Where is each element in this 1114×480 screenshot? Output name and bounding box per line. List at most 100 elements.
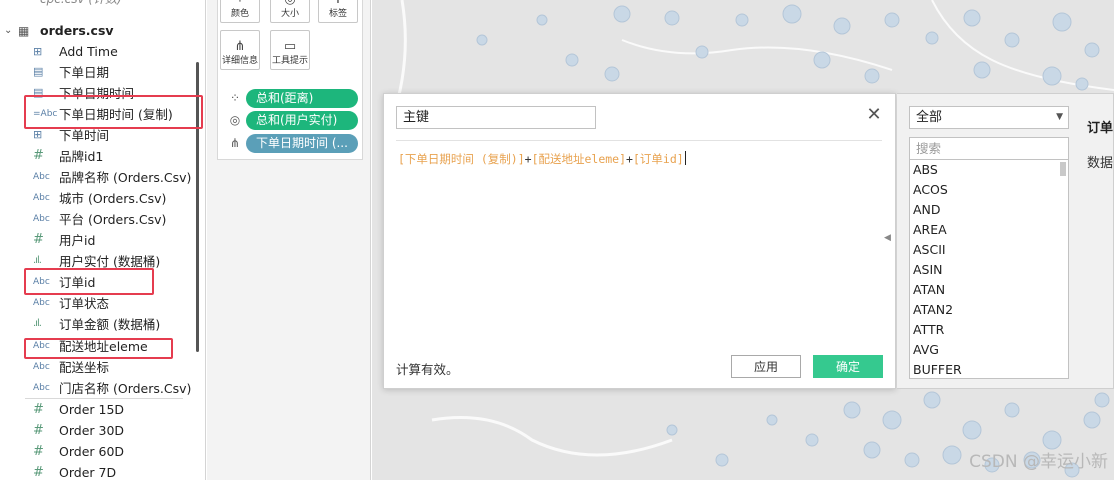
field-item[interactable]: ⊞ Add Time — [33, 41, 118, 62]
field-label: Order 7D — [59, 465, 117, 480]
marks-pill[interactable]: 总和(用户实付) — [246, 110, 358, 130]
field-item[interactable]: Abc 城市 (Orders.Csv) — [33, 187, 166, 208]
collapse-panel-icon[interactable]: ◀ — [884, 233, 891, 243]
function-help-text: 数据 — [1087, 156, 1114, 171]
field-item[interactable]: # Order 7D — [33, 462, 116, 480]
function-item[interactable]: AREA — [910, 220, 1068, 240]
marks-pill-row: ◎ 总和(用户实付) — [226, 110, 358, 130]
map-point — [863, 441, 881, 459]
function-item[interactable]: ATAN2 — [910, 300, 1068, 320]
map-point — [864, 68, 880, 84]
dialog-divider — [396, 140, 882, 141]
function-item[interactable]: BUFFER — [910, 360, 1068, 378]
map-point — [735, 13, 749, 27]
calc-status-text: 计算有效。 — [396, 362, 459, 377]
color-dots-icon: ⁘ — [235, 0, 246, 7]
field-label: Order 15D — [59, 402, 125, 417]
data-source-orders[interactable]: ⌄ ▦ orders.csv — [4, 20, 114, 41]
marks-pill[interactable]: 总和(距离) — [246, 88, 358, 108]
color-button[interactable]: ⁘ 颜色 — [220, 0, 260, 23]
field-item[interactable]: # Order 60D — [33, 441, 124, 462]
number-icon: # — [33, 423, 44, 438]
function-category-select[interactable]: 全部 ▼ — [909, 106, 1069, 129]
function-item[interactable]: ATTR — [910, 320, 1068, 340]
highlight-box — [24, 338, 173, 359]
map-point — [536, 14, 548, 26]
map-point — [962, 420, 982, 440]
field-label: 配送坐标 — [59, 360, 110, 375]
map-point — [882, 410, 902, 430]
field-label: 下单日期 — [59, 65, 110, 80]
ok-button[interactable]: 确定 — [813, 355, 883, 378]
field-item[interactable]: Abc 配送坐标 — [33, 356, 109, 377]
formula-field-token: [配送地址eleme] — [531, 152, 627, 166]
detail-button[interactable]: ⋔ 详细信息 — [220, 30, 260, 70]
map-point — [904, 452, 920, 468]
number-icon: # — [33, 444, 44, 459]
size-icon: ◎ — [229, 113, 241, 127]
field-label: 城市 (Orders.Csv) — [59, 191, 167, 206]
map-point — [843, 401, 861, 419]
map-point — [666, 424, 678, 436]
marks-button-label: 颜色 — [230, 9, 249, 19]
function-item[interactable]: ABS — [910, 160, 1068, 180]
function-item[interactable]: AND — [910, 200, 1068, 220]
string-abc-icon: Abc — [33, 192, 50, 203]
string-abc-icon: Abc — [33, 171, 50, 182]
field-item[interactable]: # 用户id — [33, 229, 95, 250]
tooltip-button[interactable]: ▭ 工具提示 — [270, 30, 310, 70]
map-point — [884, 12, 900, 28]
marks-pill-row: ⁘ 总和(距离) — [226, 88, 358, 108]
field-item[interactable]: # 品牌id1 — [33, 145, 103, 166]
previous-data-source[interactable]: cpc.csv (计数) — [40, 0, 122, 9]
map-point — [1084, 42, 1100, 58]
field-item[interactable]: # Order 15D — [33, 399, 124, 420]
function-list[interactable]: ABS ACOS AND AREA ASCII ASIN ATAN ATAN2 ATTR AVG B… — [909, 160, 1069, 379]
field-label: 订单金额 (数据桶) — [59, 317, 161, 332]
map-point — [604, 66, 620, 82]
field-label: 平台 (Orders.Csv) — [59, 212, 167, 227]
map-point — [1004, 402, 1020, 418]
close-icon[interactable]: ✕ — [865, 106, 883, 126]
chevron-down-icon[interactable]: ⌄ — [4, 25, 18, 36]
map-point — [942, 445, 962, 465]
map-point — [805, 433, 819, 447]
map-point — [664, 10, 680, 26]
size-button[interactable]: ◎ 大小 — [270, 0, 310, 23]
map-point — [766, 414, 778, 426]
marks-pill[interactable]: 下单日期时间 (... — [246, 133, 358, 153]
field-item[interactable]: .ıl. 订单金额 (数据桶) — [33, 313, 160, 334]
field-item[interactable]: Abc 订单状态 — [33, 292, 109, 313]
field-item[interactable]: # Order 30D — [33, 420, 124, 441]
function-item[interactable]: AVG — [910, 340, 1068, 360]
apply-button[interactable]: 应用 — [731, 355, 801, 378]
map-point — [782, 4, 802, 24]
label-button[interactable]: T 标签 — [318, 0, 358, 23]
function-category-value: 全部 — [916, 110, 943, 125]
map-point — [923, 391, 941, 409]
string-abc-icon: Abc — [33, 361, 50, 372]
function-item[interactable]: ASCII — [910, 240, 1068, 260]
map-point — [813, 51, 831, 69]
marks-area: ⁘ 颜色 ◎ 大小 T 标签 ⋔ 详细信息 ▭ 工具提示 ⁘ 总和(距离) ◎ 总和(用户实付) ⋔ 下单日期… — [207, 0, 371, 480]
formula-editor[interactable]: [下单日期时间 (复制)]+[配送地址eleme]+[订单id] — [398, 151, 686, 167]
color-dots-icon: ⁘ — [229, 91, 241, 105]
field-item[interactable]: ▤ 下单日期 — [33, 61, 109, 82]
formula-operator: + — [524, 152, 532, 166]
field-item[interactable]: Abc 门店名称 (Orders.Csv) — [33, 377, 191, 398]
field-label: 品牌名称 (Orders.Csv) — [59, 170, 192, 185]
function-item[interactable]: ATAN — [910, 280, 1068, 300]
function-search-input[interactable]: 搜索 — [909, 137, 1069, 160]
field-divider — [25, 398, 183, 399]
calc-name-input[interactable]: 主键 — [396, 106, 596, 129]
chevron-down-icon[interactable]: ▼ — [1056, 107, 1063, 128]
detail-icon: ⋔ — [234, 39, 246, 54]
function-item[interactable]: ACOS — [910, 180, 1068, 200]
data-source-name: orders.csv — [40, 23, 114, 38]
bin-icon: .ıl. — [33, 318, 42, 329]
function-list-scrollbar[interactable] — [1060, 162, 1066, 176]
map-point — [715, 453, 729, 467]
field-item[interactable]: Abc 品牌名称 (Orders.Csv) — [33, 166, 191, 187]
field-item[interactable]: Abc 平台 (Orders.Csv) — [33, 208, 166, 229]
function-item[interactable]: ASIN — [910, 260, 1068, 280]
